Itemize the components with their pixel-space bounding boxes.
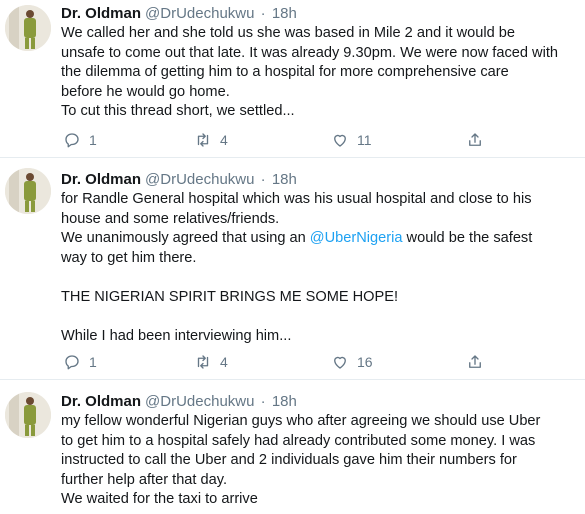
share-button[interactable] <box>466 130 484 150</box>
tweet[interactable]: Dr. Oldman @DrUdechukwu · 18h for Randle … <box>0 158 585 380</box>
tweet-content: Dr. Oldman @DrUdechukwu · 18h for Randle … <box>61 170 577 346</box>
tweet-thread: Dr. Oldman @DrUdechukwu · 18h We called h… <box>0 0 585 514</box>
tweet[interactable]: Dr. Oldman @DrUdechukwu · 18h We called h… <box>0 0 585 158</box>
avatar[interactable] <box>5 5 51 51</box>
reply-count: 1 <box>89 354 97 370</box>
tweet-line: my fellow wonderful Nigerian guys who af… <box>61 413 541 429</box>
avatar-icon <box>5 168 51 214</box>
like-count: 16 <box>357 354 373 370</box>
separator: · <box>260 393 266 410</box>
tweet-header: Dr. Oldman @DrUdechukwu · 18h <box>61 170 577 190</box>
retweet-count: 4 <box>220 132 228 148</box>
tweet-content: Dr. Oldman @DrUdechukwu · 18h We called h… <box>61 4 577 122</box>
author-handle[interactable]: @DrUdechukwu <box>145 171 254 188</box>
tweet-text: my fellow wonderful Nigerian guys who af… <box>61 412 577 510</box>
line-break <box>61 307 577 327</box>
like-count: 11 <box>357 132 372 148</box>
tweet-line: further help after that day. <box>61 471 228 488</box>
tweet-text: We called her and she told us she was ba… <box>61 24 577 122</box>
share-icon <box>469 133 481 146</box>
tweet-line: before he would go home. <box>61 83 230 100</box>
separator: · <box>260 5 266 22</box>
author-handle[interactable]: @DrUdechukwu <box>145 5 254 22</box>
retweet-icon <box>197 133 209 147</box>
author-name[interactable]: Dr. Oldman <box>61 5 141 22</box>
tweet-text: for Randle General hospital which was hi… <box>61 190 577 346</box>
tweet-text-fragment: We unanimously agreed that using an <box>61 230 310 246</box>
avatar[interactable] <box>5 392 51 438</box>
retweet-count: 4 <box>220 354 228 370</box>
avatar[interactable] <box>5 168 51 214</box>
tweet-line: To cut this thread short, we settled... <box>61 103 295 119</box>
like-icon <box>334 356 346 369</box>
share-icon <box>469 355 481 368</box>
tweet-line: instructed to call the Uber and 2 indivi… <box>61 452 517 468</box>
like-icon <box>334 134 346 147</box>
retweet-icon <box>197 355 209 369</box>
tweet-line: way to get him there. <box>61 249 197 266</box>
timestamp[interactable]: 18h <box>272 5 297 22</box>
tweet-header: Dr. Oldman @DrUdechukwu · 18h <box>61 392 577 412</box>
tweet-header: Dr. Oldman @DrUdechukwu · 18h <box>61 4 577 24</box>
tweet-line: house and some relatives/friends. <box>61 210 280 227</box>
tweet-actions: 1 4 11 <box>61 130 501 150</box>
retweet-button[interactable]: 4 <box>194 130 228 150</box>
retweet-button[interactable]: 4 <box>194 352 228 372</box>
tweet-line: the dilemma of getting him to a hospital… <box>61 64 509 80</box>
avatar-icon <box>5 5 51 51</box>
tweet-actions: 1 4 16 <box>61 352 501 372</box>
reply-icon <box>65 355 79 370</box>
tweet-line: We unanimously agreed that using an @Ube… <box>61 229 577 249</box>
tweet-line: We called her and she told us she was ba… <box>61 25 516 41</box>
tweet-text-fragment: would be the safest <box>402 230 533 246</box>
tweet-line: unsafe to come out that late. It was alr… <box>61 44 558 61</box>
share-button[interactable] <box>466 352 484 372</box>
reply-icon <box>65 133 79 148</box>
mention-link[interactable]: @UberNigeria <box>310 230 403 246</box>
tweet[interactable]: Dr. Oldman @DrUdechukwu · 18h my fellow w… <box>0 380 585 514</box>
tweet-content: Dr. Oldman @DrUdechukwu · 18h my fellow w… <box>61 392 577 510</box>
reply-count: 1 <box>89 132 97 148</box>
reply-button[interactable]: 1 <box>63 130 97 150</box>
tweet-line: While I had been interviewing him... <box>61 327 292 344</box>
author-name[interactable]: Dr. Oldman <box>61 393 141 410</box>
like-button[interactable]: 16 <box>331 352 373 372</box>
avatar-icon <box>5 392 51 438</box>
like-button[interactable]: 11 <box>331 130 372 150</box>
tweet-line: to get him to a hospital safely had alre… <box>61 432 536 449</box>
separator: · <box>260 171 266 188</box>
tweet-line: for Randle General hospital which was hi… <box>61 191 532 207</box>
timestamp[interactable]: 18h <box>272 171 297 188</box>
author-name[interactable]: Dr. Oldman <box>61 171 141 188</box>
tweet-line: THE NIGERIAN SPIRIT BRINGS ME SOME HOPE! <box>61 288 399 305</box>
line-break <box>61 268 577 288</box>
reply-button[interactable]: 1 <box>63 352 97 372</box>
author-handle[interactable]: @DrUdechukwu <box>145 393 254 410</box>
tweet-line: We waited for the taxi to arrive <box>61 491 258 507</box>
timestamp[interactable]: 18h <box>272 393 297 410</box>
